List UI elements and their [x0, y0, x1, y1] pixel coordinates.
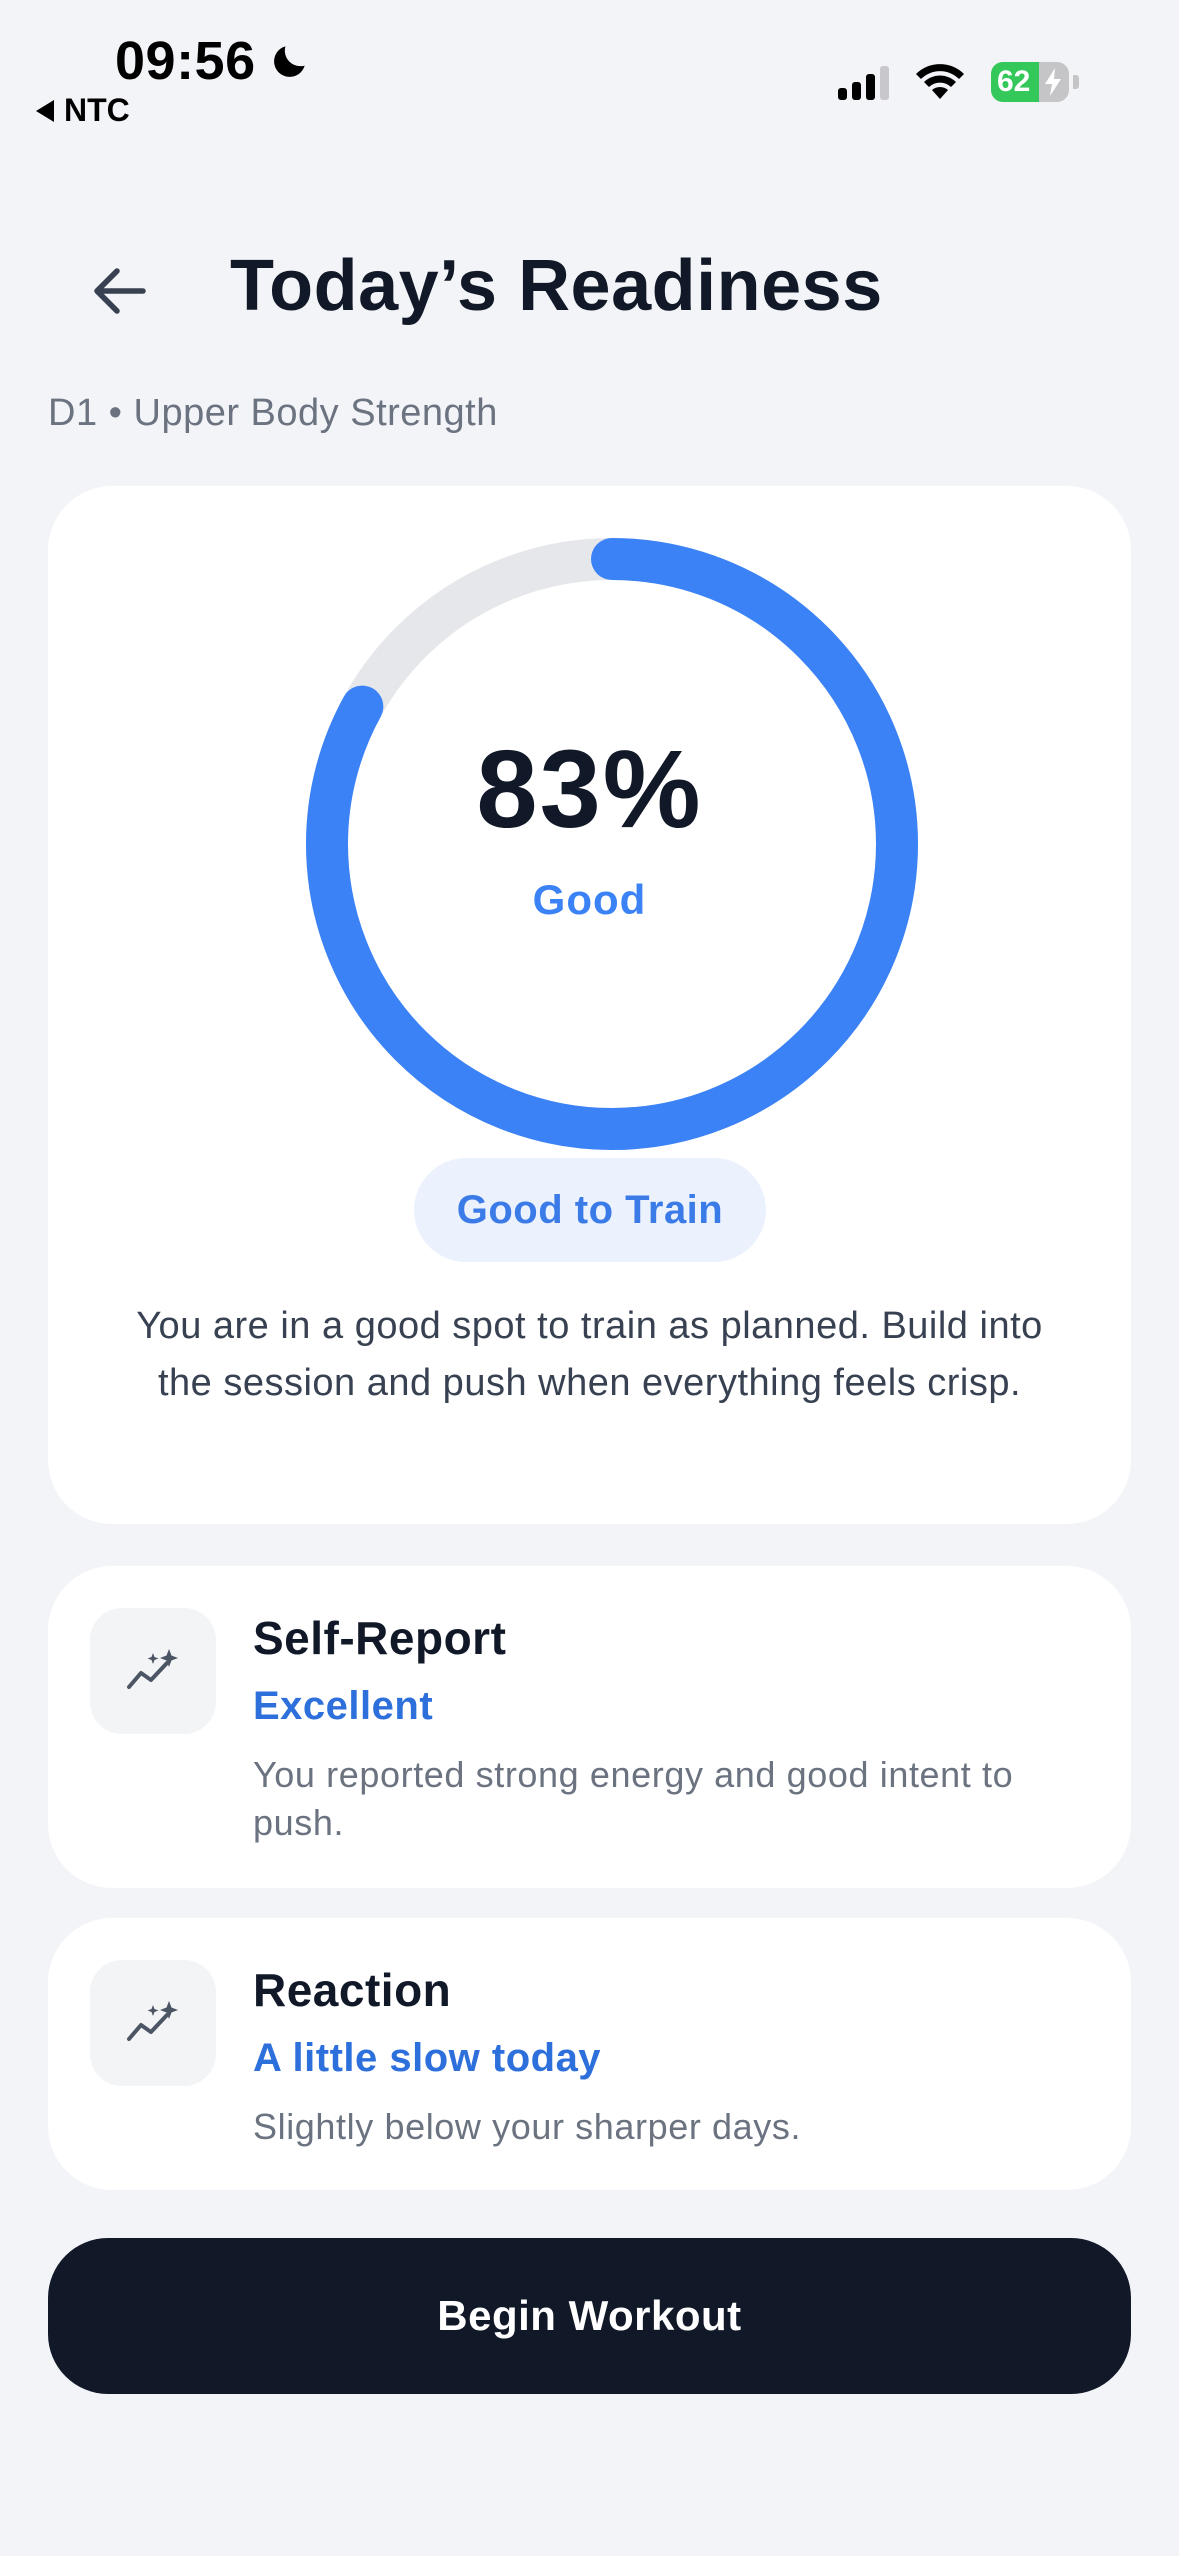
status-badge: Good to Train: [414, 1158, 766, 1262]
metric-card-self-report[interactable]: Self-Report Excellent You reported stron…: [48, 1566, 1131, 1888]
readiness-label: Good: [532, 876, 647, 923]
arrow-left-icon: [94, 268, 146, 314]
back-app-label: NTC: [64, 92, 130, 128]
clock-text: 09:56: [115, 31, 256, 91]
battery-charging-icon: 62: [991, 62, 1069, 102]
sparkle-trend-icon: [90, 1960, 216, 2086]
begin-workout-button[interactable]: Begin Workout: [48, 2238, 1131, 2394]
back-triangle-icon: [36, 99, 54, 122]
back-button[interactable]: [80, 252, 158, 330]
metric-title: Reaction: [253, 1964, 452, 2016]
metric-status: A little slow today: [253, 2036, 602, 2080]
readiness-screen: 09:56 NTC 62 Today’s Readiness D1 • Uppe…: [0, 0, 1179, 2556]
metric-status: Excellent: [253, 1684, 434, 1728]
battery-level: 62: [997, 65, 1031, 98]
readiness-score: 83%: [476, 728, 703, 851]
metric-card-reaction[interactable]: Reaction A little slow today Slightly be…: [48, 1918, 1131, 2190]
readiness-card: 83% Good Good to Train You are in a good…: [48, 486, 1131, 1524]
status-indicators: 62: [838, 62, 1079, 102]
back-to-app-button[interactable]: NTC: [36, 92, 130, 129]
page-title: Today’s Readiness: [230, 246, 883, 326]
sparkle-trend-icon: [90, 1608, 216, 1734]
metric-description: You reported strong energy and good inte…: [253, 1754, 1014, 1843]
wifi-icon: [916, 64, 964, 99]
readiness-description: You are in a good spot to train as plann…: [136, 1305, 1043, 1404]
moon-icon: [273, 46, 305, 77]
metric-description: Slightly below your sharper days.: [253, 2106, 802, 2147]
cellular-signal-icon: [838, 64, 889, 100]
metric-title: Self-Report: [253, 1612, 507, 1664]
workout-subtitle: D1 • Upper Body Strength: [48, 392, 498, 434]
status-time: 09:56: [115, 30, 312, 92]
